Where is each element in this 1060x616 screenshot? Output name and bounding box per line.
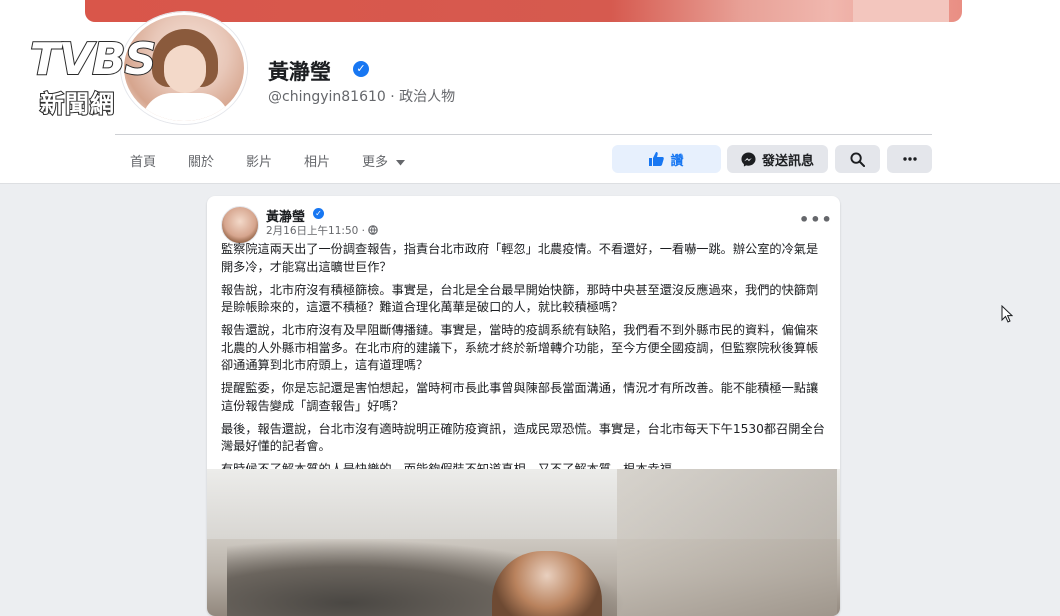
profile-handle: @chingyin81610 · 政治人物: [268, 89, 456, 105]
watermark-sub: 新聞網: [39, 89, 115, 119]
nav-divider: [115, 134, 932, 135]
mouse-pointer-icon: [1001, 305, 1013, 323]
post-paragraph: 報告說，北市府沒有積極篩檢。事實是，台北是全台最早開始快篩，那時中央甚至還沒反應…: [221, 282, 819, 315]
tab-videos[interactable]: 影片: [246, 151, 272, 170]
post-card: 黃瀞瑩 ✓ 2月16日上午11:50 · ••• 監察院這兩天出了一份調查報告，…: [207, 196, 840, 616]
tab-photos[interactable]: 相片: [304, 151, 330, 170]
verified-badge-icon: ✓: [313, 208, 324, 219]
post-text: 監察院這兩天出了一份調查報告，指責台北市政府「輕忽」北農疫情。不看還好，一看嚇一…: [221, 241, 826, 484]
post-options-button[interactable]: •••: [799, 210, 833, 229]
watermark-brand: TVBS: [29, 33, 157, 86]
caret-down-icon: [396, 159, 406, 165]
post-paragraph: 報告還說，北市府沒有及早阻斷傳播鏈。事實是，當時的疫調系統有缺陷，我們看不到外縣…: [221, 323, 819, 372]
send-message-button[interactable]: 發送訊息: [727, 145, 828, 173]
post-author-avatar[interactable]: [221, 206, 259, 244]
verified-badge-icon: ✓: [353, 61, 369, 77]
send-message-label: 發送訊息: [761, 153, 814, 169]
tab-about[interactable]: 關於: [188, 151, 214, 170]
messenger-icon: [741, 151, 756, 167]
search-button[interactable]: [835, 145, 880, 173]
post-paragraph: 最後，報告還說，台北市沒有適時說明正確防疫資訊，造成民眾恐慌。事實是，台北市每天…: [221, 421, 825, 454]
tab-home[interactable]: 首頁: [130, 151, 156, 170]
like-button[interactable]: 讚: [612, 145, 721, 173]
post-photo[interactable]: [207, 469, 840, 616]
post-paragraph: 監察院這兩天出了一份調查報告，指責台北市政府「輕忽」北農疫情。不看還好，一看嚇一…: [221, 242, 819, 274]
tvbs-watermark-logo: TVBS 新聞網: [29, 33, 210, 119]
like-label: 讚: [670, 153, 684, 169]
post-time-text: 2月16日上午11:50 ·: [266, 225, 369, 237]
post-timestamp[interactable]: 2月16日上午11:50 ·: [266, 223, 379, 238]
more-dots-icon: [902, 157, 917, 161]
post-paragraph: 提醒監委，你是忘記還是害怕想起，當時柯市長此事曾與陳部長當面溝通，情況才有所改善…: [221, 381, 819, 413]
more-options-button[interactable]: [887, 145, 932, 173]
globe-icon: [368, 225, 379, 235]
profile-name[interactable]: 黃瀞瑩: [268, 56, 331, 86]
tab-more[interactable]: 更多: [362, 151, 406, 170]
search-icon: [850, 151, 865, 167]
profile-header: TVBS 新聞網 黃瀞瑩 ✓ @chingyin81610 · 政治人物 首頁 …: [0, 0, 1060, 184]
tab-more-label: 更多: [362, 155, 389, 170]
cover-photo[interactable]: [85, 0, 962, 22]
thumbs-up-icon: [649, 152, 665, 166]
